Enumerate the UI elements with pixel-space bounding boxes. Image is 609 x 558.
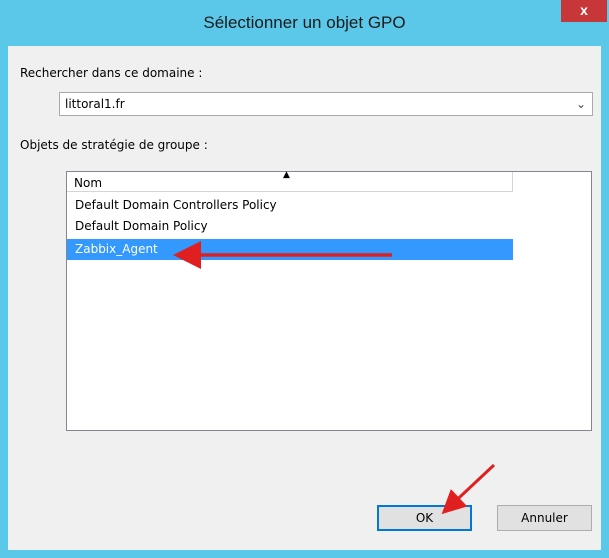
annotation-overlay [173, 241, 496, 515]
annotation-arrow [441, 463, 496, 515]
